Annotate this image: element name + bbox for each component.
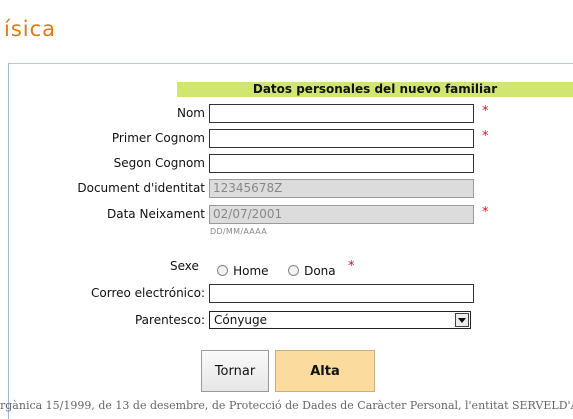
back-button[interactable]: Tornar [201, 350, 269, 392]
date-format-hint: DD/MM/AAAA [210, 227, 268, 236]
legal-footer-text: rgànica 15/1999, de 13 de desembre, de P… [0, 399, 573, 412]
relationship-select[interactable]: Cónyuge [209, 311, 471, 329]
primer-cognom-label: Primer Cognom [111, 131, 205, 145]
section-header: Datos personales del nuevo familiar [177, 82, 573, 97]
radio-home-label: Home [233, 264, 269, 278]
sex-male-option[interactable]: Home [217, 260, 269, 279]
sex-label: Sexe [170, 259, 199, 273]
document-input: 12345678Z [209, 179, 474, 198]
segon-cognom-input[interactable] [209, 154, 474, 173]
nom-label: Nom [176, 106, 205, 120]
radio-home[interactable] [217, 265, 228, 276]
birthdate-input: 02/07/2001 [209, 205, 474, 224]
email-label: Correo electrónico: [91, 286, 205, 300]
header-divider [8, 63, 573, 64]
required-marker: * [348, 259, 355, 274]
radio-dona[interactable] [288, 265, 299, 276]
document-label: Document d'identitat [77, 181, 205, 195]
add-button[interactable]: Alta [275, 350, 375, 392]
nom-input[interactable] [209, 104, 474, 123]
relationship-select-value: Cónyuge [214, 313, 268, 327]
radio-dona-label: Dona [304, 264, 336, 278]
primer-cognom-input[interactable] [209, 129, 474, 148]
required-marker: * [482, 129, 489, 144]
email-input[interactable] [209, 284, 474, 303]
chevron-down-icon[interactable] [455, 313, 469, 327]
relationship-label: Parentesco: [134, 313, 205, 327]
birthdate-label: Data Neixament [107, 207, 205, 221]
page-title: ísica [4, 17, 57, 41]
sex-female-option[interactable]: Dona [288, 260, 336, 279]
required-marker: * [482, 205, 489, 220]
required-marker: * [482, 104, 489, 119]
segon-cognom-label: Segon Cognom [113, 156, 205, 170]
